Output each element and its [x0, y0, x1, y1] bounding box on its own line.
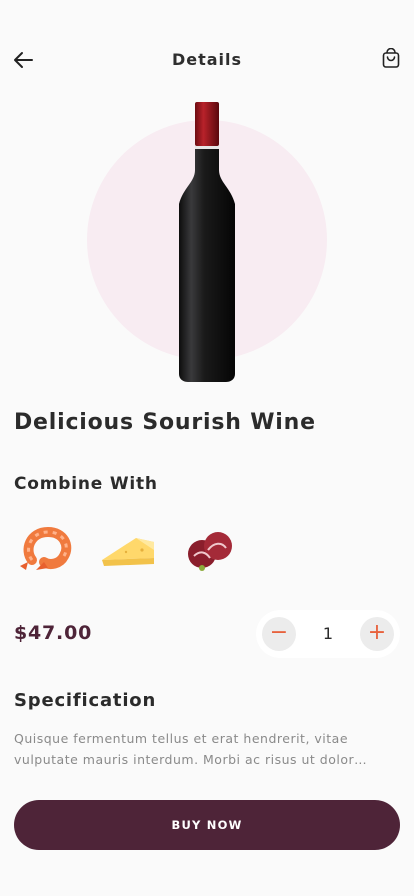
page-title: Details — [171, 50, 243, 69]
increase-quantity-button[interactable]: + — [360, 617, 394, 651]
pairing-list — [14, 520, 254, 580]
product-price: $47.00 — [14, 622, 93, 644]
shrimp-icon — [20, 526, 72, 570]
pairing-item-cheese[interactable] — [96, 520, 160, 580]
specification-heading: Specification — [14, 690, 157, 711]
product-name: Delicious Sourish Wine — [14, 410, 316, 435]
specification-text: Quisque fermentum tellus et erat hendrer… — [14, 731, 368, 767]
product-hero — [0, 96, 414, 386]
pairing-item-shrimp[interactable] — [14, 520, 78, 580]
quantity-stepper: − 1 + — [256, 610, 400, 658]
meat-icon — [188, 532, 232, 571]
cheese-icon — [102, 538, 154, 566]
pairing-item-meat[interactable] — [178, 520, 242, 580]
combine-with-heading: Combine With — [14, 474, 158, 494]
buy-now-button[interactable]: BUY NOW — [14, 800, 400, 850]
wine-bottle-image — [179, 102, 235, 382]
cart-button[interactable] — [380, 47, 402, 70]
app-header: Details — [0, 44, 414, 76]
shopping-bag-icon — [382, 47, 400, 68]
